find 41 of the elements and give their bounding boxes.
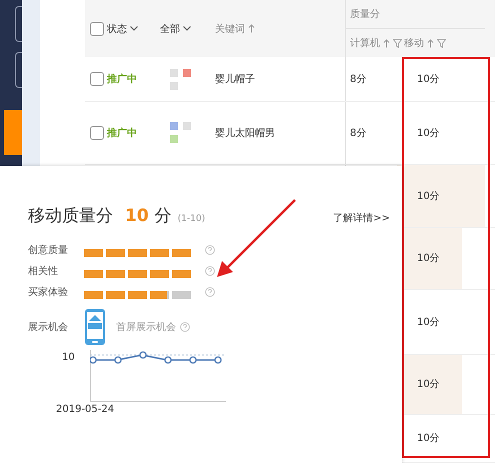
status-text: 推广中 [107,72,138,86]
checkbox[interactable] [90,22,104,36]
exposure-text: 首屏展示机会 [116,320,176,334]
details-link[interactable]: 了解详情>> [333,211,390,225]
status-text: 推广中 [107,126,138,140]
caret-icon[interactable] [130,26,138,32]
help-icon[interactable] [205,287,215,297]
table-cell-text: 8分 [350,126,366,140]
score-value: 10 [125,206,149,226]
metric-label: 展示机会 [28,320,69,334]
filter-icon[interactable] [393,38,402,48]
sort-arrow-icon[interactable] [427,38,434,48]
column-header: 质量分 [350,8,380,21]
help-icon[interactable] [205,245,215,255]
help-icon[interactable] [205,266,215,276]
help-icon[interactable] [180,322,190,332]
table-cell-text: 10分 [416,73,441,88]
filter-icon[interactable] [437,38,446,48]
axis-tick-label: 10 [62,352,76,363]
caret-icon[interactable] [183,26,191,32]
checkbox[interactable] [90,72,104,86]
phone-top-icon [84,308,106,346]
table-cell-text: 10分 [416,316,441,330]
column-header[interactable]: 状态 [107,22,127,36]
metric-label: 买家体验 [28,286,69,299]
table-cell-text: 8分 [350,73,366,86]
column-header[interactable]: 全部 [160,22,180,36]
table-cell-text: 婴儿帽子 [215,72,256,86]
metric-label: 相关性 [28,264,59,278]
sort-arrow-icon[interactable] [248,24,255,34]
table-cell-text: 婴儿太阳帽男 [215,126,276,140]
axis-date-label: 2019-05-24 [56,404,116,415]
checkbox[interactable] [90,126,104,140]
table-cell-text: 10分 [416,432,441,446]
score-unit: 分 [154,205,172,227]
popup-title: 移动质量分 [28,205,113,227]
table-cell: 10分 [397,164,485,227]
sort-arrow-icon[interactable] [383,38,390,48]
table-cell-text: 10分 [416,126,441,141]
metric-label: 创意质量 [28,244,69,257]
score-range: (1-10) [178,214,206,224]
